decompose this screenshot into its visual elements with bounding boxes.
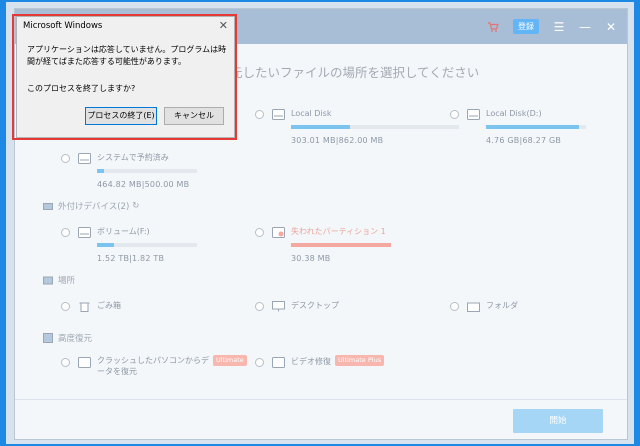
location-label: フォルダ (486, 301, 518, 310)
drive-radio[interactable] (450, 110, 459, 119)
location-item-folder[interactable]: フォルダ (450, 299, 518, 313)
ultimate-badge: Ultimate (213, 355, 247, 366)
advanced-radio[interactable] (61, 358, 70, 367)
drive-size: 30.38 MB (291, 254, 331, 263)
location-radio[interactable] (255, 302, 264, 311)
drive-usage-bar (486, 125, 586, 129)
menu-icon[interactable]: ☰ (553, 21, 565, 33)
drive-size: 4.76 GB|68.27 GB (486, 136, 562, 145)
drive-item[interactable]: 失われたパーティション 1 30.38 MB (255, 225, 391, 263)
drive-item[interactable]: Local Disk 303.01 MB|862.00 MB (255, 107, 459, 145)
lost-partition-icon (272, 227, 285, 238)
section-location: 場所 (43, 274, 75, 286)
location-item-recycle-bin[interactable]: ごみ箱 (61, 299, 121, 313)
page-headline: 元したいファイルの場所を選択してください (230, 65, 480, 80)
drive-name: Local Disk(D:) (486, 109, 542, 118)
location-radio[interactable] (61, 302, 70, 311)
drive-size: 1.52 TB|1.82 TB (97, 254, 165, 263)
close-icon[interactable]: ✕ (605, 21, 617, 33)
start-button[interactable]: 開始 (513, 409, 603, 433)
drive-usage-bar (291, 243, 391, 247)
drive-name: ボリューム(F:) (97, 227, 150, 236)
advanced-item-crash-recovery[interactable]: クラッシュしたパソコンからデータを復元 Ultimate (61, 355, 247, 377)
folder-icon (467, 302, 480, 312)
section-title: 場所 (58, 276, 76, 286)
trash-icon (79, 302, 90, 312)
ultimate-plus-badge: Ultimate Plus (335, 355, 385, 366)
drive-radio[interactable] (255, 228, 264, 237)
crash-icon (78, 357, 91, 368)
hard-disk-icon (272, 109, 285, 120)
cart-icon[interactable] (487, 21, 499, 33)
close-icon[interactable]: ✕ (219, 19, 228, 32)
drive-name: Local Disk (291, 109, 332, 118)
hard-disk-icon (467, 109, 480, 120)
section-title: 外付けデバイス(2) (58, 202, 130, 212)
drive-item[interactable]: Local Disk(D:) 4.76 GB|68.27 GB (450, 107, 586, 145)
advanced-label: クラッシュしたパソコンからデータを復元 (97, 356, 209, 376)
dialog-message: アプリケーションは応答していません。プログラムは時間が経てばまた応答する可能性が… (27, 45, 227, 66)
drive-usage-bar (291, 125, 459, 129)
desktop-icon (272, 301, 285, 312)
drive-radio[interactable] (61, 228, 70, 237)
dialog-title: Microsoft Windows (23, 21, 103, 31)
usb-drive-icon (78, 227, 91, 238)
login-button[interactable]: 登録 (513, 19, 539, 34)
location-label: ごみ箱 (97, 301, 121, 310)
section-advanced: 高度復元 (43, 332, 92, 344)
dialog-question: このプロセスを終了しますか? (27, 84, 136, 93)
footer-divider (15, 399, 627, 400)
section-title: 高度復元 (58, 334, 93, 344)
folder-section-icon (43, 276, 53, 285)
drive-name: システムで予約済み (97, 153, 169, 162)
minimize-icon[interactable]: — (579, 21, 591, 33)
advanced-radio[interactable] (255, 358, 264, 367)
drive-name: 失われたパーティション 1 (291, 227, 386, 236)
advanced-item-video-repair[interactable]: ビデオ修復 Ultimate Plus (255, 355, 385, 369)
advanced-recovery-icon (43, 333, 53, 343)
usb-drive-icon (43, 203, 53, 210)
location-radio[interactable] (450, 302, 459, 311)
advanced-label: ビデオ修復 (291, 357, 331, 366)
end-process-button[interactable]: プロセスの終了(E) (85, 107, 157, 125)
refresh-icon[interactable]: ↻ (132, 201, 139, 211)
hard-disk-icon (78, 153, 91, 164)
drive-usage-bar (97, 169, 197, 173)
video-repair-icon (272, 357, 285, 368)
cancel-button[interactable]: キャンセル (164, 107, 224, 125)
drive-radio[interactable] (255, 110, 264, 119)
section-external-devices: 外付けデバイス(2) ↻ (43, 200, 139, 212)
drive-size: 464.82 MB|500.00 MB (97, 180, 190, 189)
drive-usage-bar (97, 243, 197, 247)
not-responding-dialog: Microsoft Windows ✕ アプリケーションは応答していません。プロ… (16, 16, 235, 138)
location-item-desktop[interactable]: デスクトップ (255, 299, 339, 313)
drive-item[interactable]: システムで予約済み 464.82 MB|500.00 MB (61, 151, 197, 189)
drive-size: 303.01 MB|862.00 MB (291, 136, 384, 145)
drive-item[interactable]: ボリューム(F:) 1.52 TB|1.82 TB (61, 225, 197, 263)
location-label: デスクトップ (291, 301, 339, 310)
drive-radio[interactable] (61, 154, 70, 163)
